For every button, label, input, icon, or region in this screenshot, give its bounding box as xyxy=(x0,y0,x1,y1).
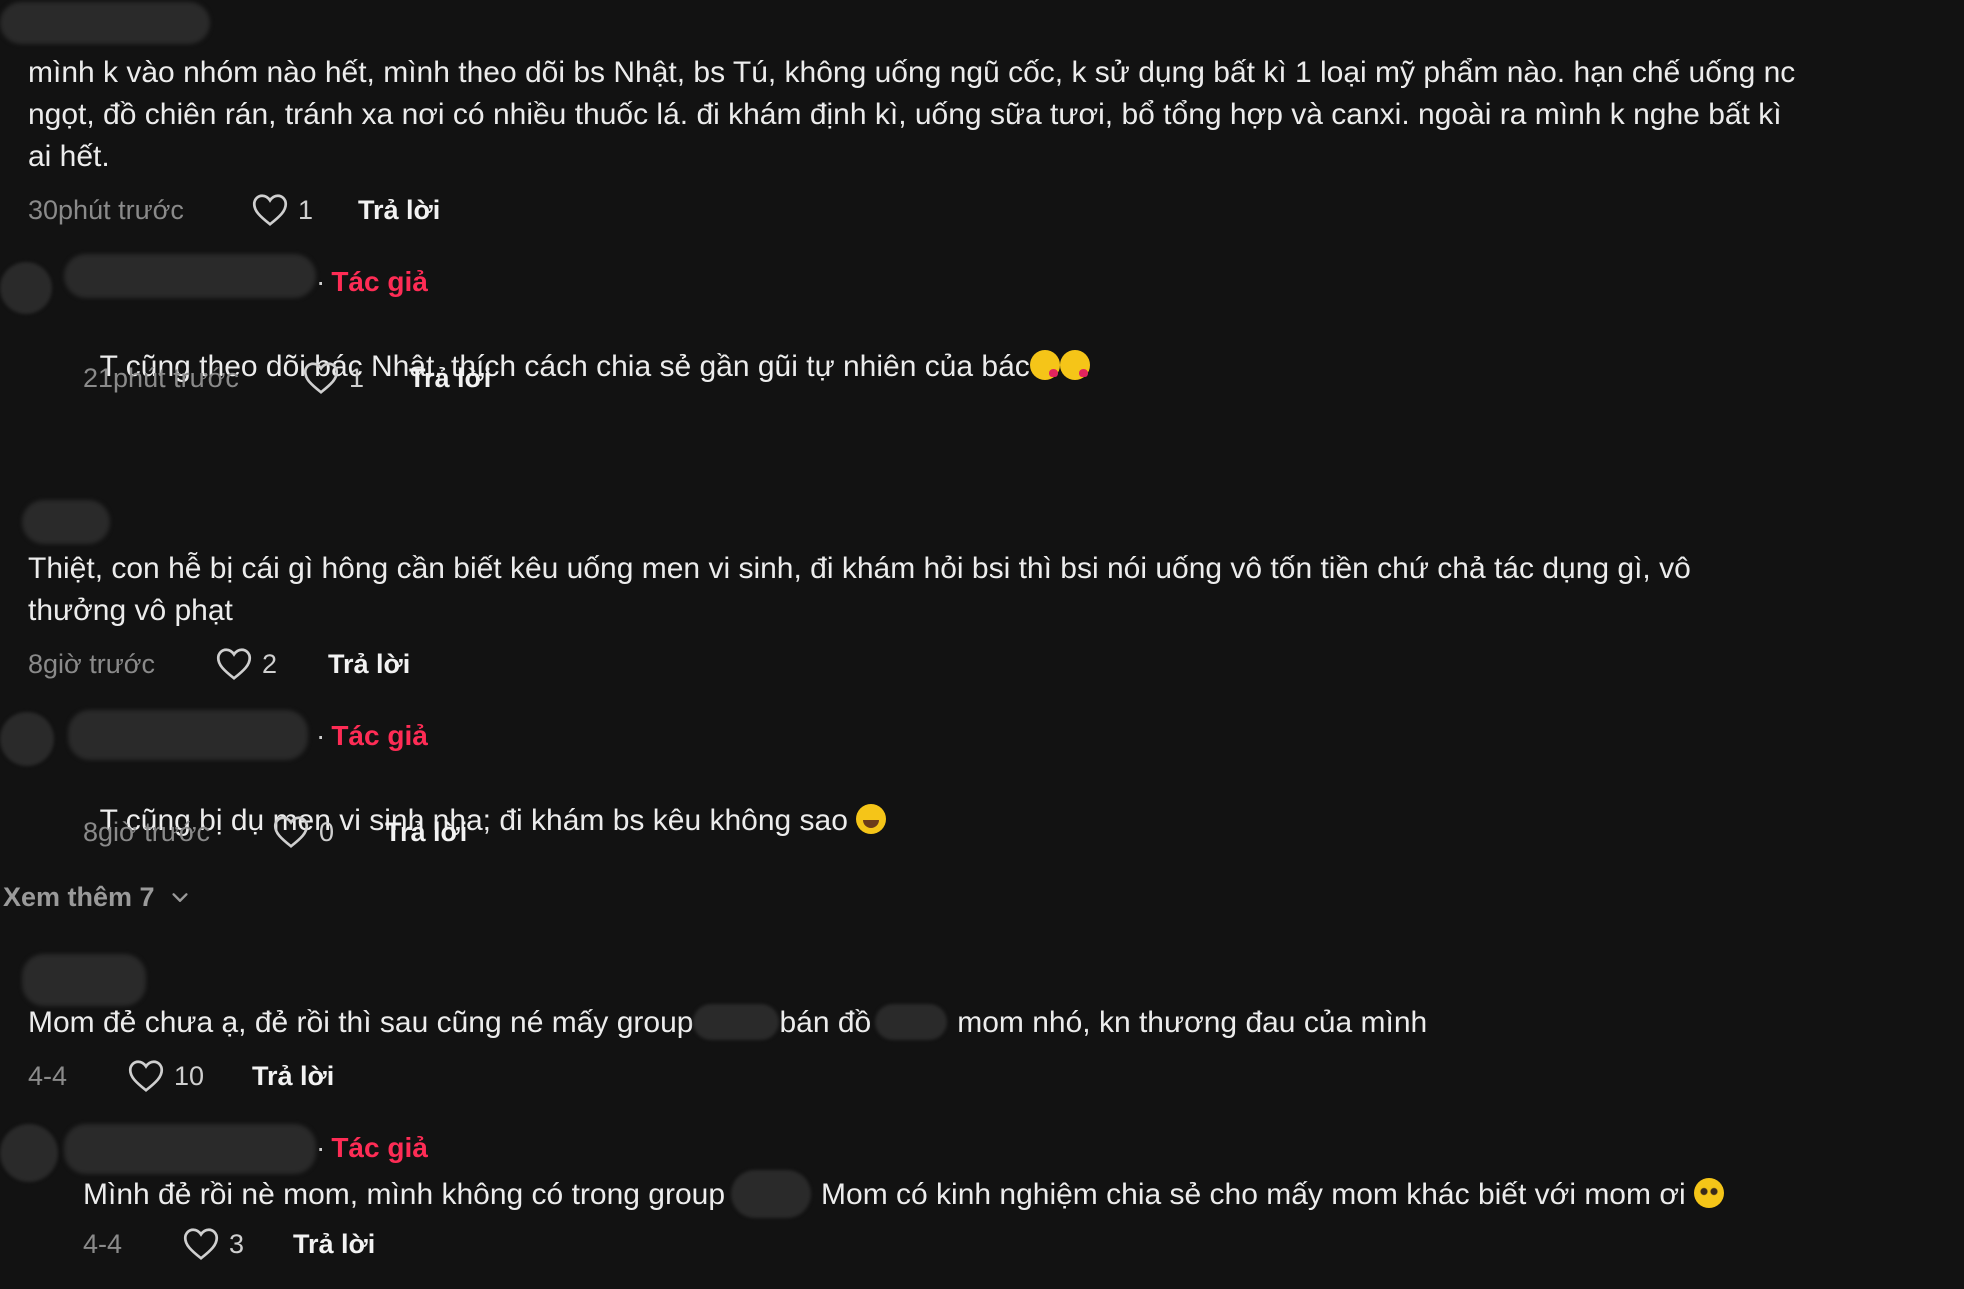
redacted-text xyxy=(693,1004,780,1040)
author-badge: Tác giả xyxy=(331,266,428,297)
see-more-replies-button[interactable]: Xem thêm 7 xyxy=(3,882,191,913)
reply-button[interactable]: Trả lời xyxy=(328,649,410,680)
reply-button[interactable]: Trả lời xyxy=(409,363,491,394)
reply-meta: 4-4 3 Trả lời xyxy=(83,1224,375,1264)
comment-meta: 30phút trước 1 Trả lời xyxy=(28,190,440,230)
reply-time: 8giờ trước xyxy=(83,816,211,847)
like-button[interactable]: 2 xyxy=(216,647,328,681)
reply-button[interactable]: Trả lời xyxy=(293,1229,375,1260)
like-button[interactable]: 3 xyxy=(183,1227,293,1261)
like-button[interactable]: 1 xyxy=(303,361,409,395)
redacted-text xyxy=(731,1170,812,1218)
pleading-face-emoji-icon xyxy=(1694,1178,1724,1208)
avatar xyxy=(0,262,52,314)
laughing-face-emoji-icon xyxy=(856,804,887,834)
comment-text: mình k vào nhóm nào hết, mình theo dõi b… xyxy=(28,56,1796,173)
reply-button[interactable]: Trả lời xyxy=(252,1061,334,1092)
avatar xyxy=(0,712,54,766)
reply-button[interactable]: Trả lời xyxy=(358,195,440,226)
redacted-username xyxy=(22,500,110,544)
heart-outline-icon xyxy=(273,816,309,848)
redacted-text xyxy=(875,1004,948,1040)
redacted-username xyxy=(64,254,316,298)
heart-outline-icon xyxy=(252,194,288,226)
comment-meta: 4-4 10 Trả lời xyxy=(28,1056,334,1096)
reply-meta: 8giờ trước 0 Trả lời xyxy=(83,812,467,852)
heart-outline-icon xyxy=(128,1060,164,1092)
author-badge-line: · Tác giả xyxy=(316,1132,428,1163)
redacted-username xyxy=(68,710,308,760)
heart-outline-icon xyxy=(183,1228,219,1260)
comment-meta: 8giờ trước 2 Trả lời xyxy=(28,644,410,684)
heart-outline-icon xyxy=(303,362,339,394)
like-button[interactable]: 1 xyxy=(252,193,358,227)
like-count: 2 xyxy=(262,648,278,679)
redacted-username xyxy=(0,2,210,44)
reply-time: 4-4 xyxy=(83,1228,123,1259)
redacted-username xyxy=(64,1124,316,1174)
reply-meta: 21phút trước 1 Trả lời xyxy=(83,358,491,398)
redacted-username xyxy=(22,954,146,1006)
like-count: 10 xyxy=(174,1060,205,1091)
like-count: 3 xyxy=(229,1228,245,1259)
like-count: 0 xyxy=(319,816,335,847)
heart-outline-icon xyxy=(216,648,252,680)
comment-text: Thiệt, con hễ bị cái gì hông cần biết kê… xyxy=(28,552,1691,627)
author-badge-line: · Tác giả xyxy=(316,720,428,751)
comment-time: 30phút trước xyxy=(28,194,184,225)
avatar xyxy=(0,1124,58,1182)
reply-button[interactable]: Trả lời xyxy=(385,817,467,848)
kissing-face-emoji-icon xyxy=(1029,350,1060,380)
like-count: 1 xyxy=(349,362,365,393)
comment-time: 8giờ trước xyxy=(28,648,156,679)
kissing-face-emoji-icon xyxy=(1059,350,1090,380)
author-badge: Tác giả xyxy=(331,720,428,751)
like-button[interactable]: 0 xyxy=(273,815,385,849)
comment-time: 4-4 xyxy=(28,1060,68,1091)
like-count: 1 xyxy=(298,194,314,225)
like-button[interactable]: 10 xyxy=(128,1059,252,1093)
chevron-down-icon xyxy=(171,892,188,902)
comment-text: Mom đẻ chưa ạ, đẻ rồi thì sau cũng né mấ… xyxy=(28,1004,1428,1040)
author-badge-line: · Tác giả xyxy=(316,266,428,297)
reply-text: Mình đẻ rồi nè mom, mình không có trong … xyxy=(83,1170,1724,1218)
author-badge: Tác giả xyxy=(331,1132,428,1163)
reply-time: 21phút trước xyxy=(83,362,239,393)
